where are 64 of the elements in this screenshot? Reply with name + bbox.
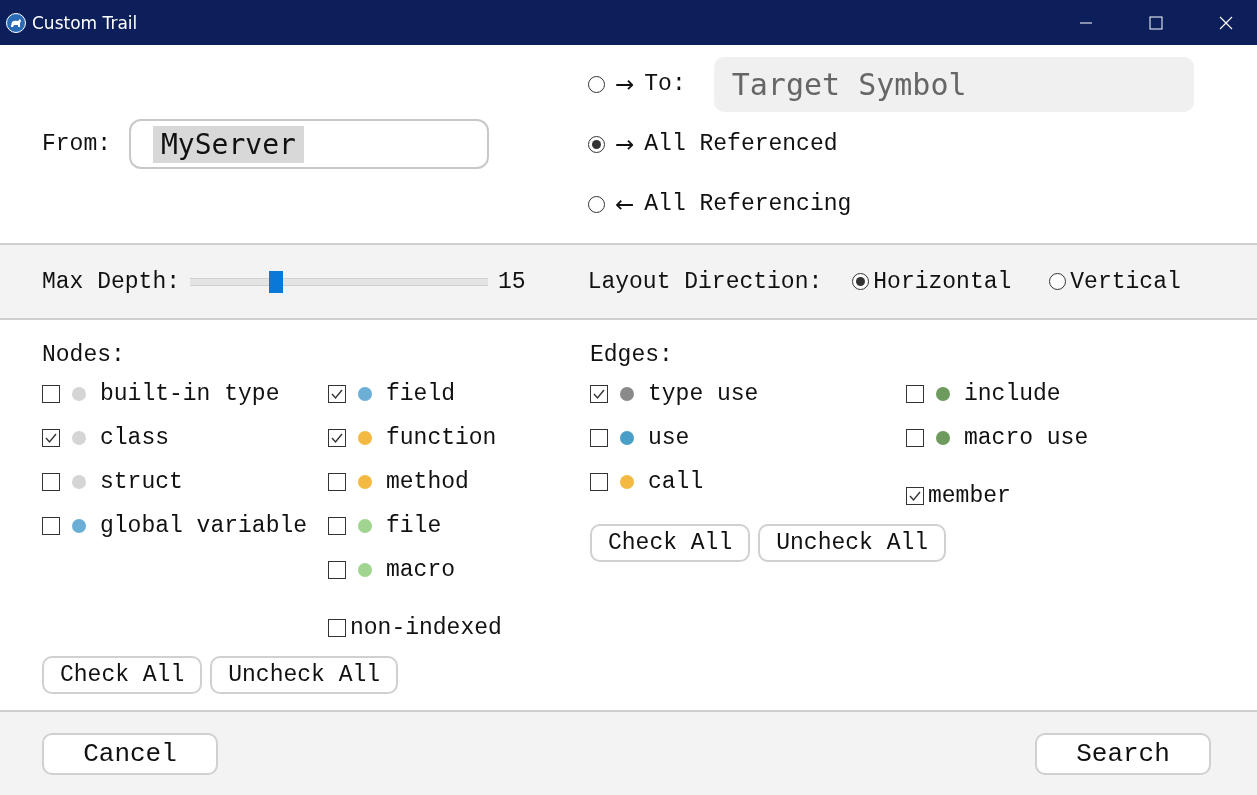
arrow-glyph: →	[615, 71, 635, 97]
window-title: Custom Trail	[32, 12, 138, 33]
layout-direction-label: Layout Direction:	[587, 268, 823, 295]
radio-button[interactable]	[588, 195, 605, 213]
checkbox[interactable]	[42, 385, 60, 403]
radio-button[interactable]	[588, 135, 605, 153]
checkbox-label: macro use	[964, 425, 1089, 451]
checkbox-label: function	[386, 425, 497, 451]
checkbox[interactable]	[906, 487, 924, 505]
uncheck-all-button[interactable]: Uncheck All	[210, 656, 399, 694]
checkbox-label: call	[648, 469, 704, 495]
checkbox-label: member	[928, 483, 1011, 509]
slider-thumb[interactable]	[269, 270, 284, 293]
option-label: Horizontal	[873, 268, 1012, 295]
close-icon[interactable]	[1219, 15, 1233, 30]
direction-label: All Referenced	[644, 131, 838, 157]
checkbox-label: macro	[386, 557, 455, 583]
target-symbol-field[interactable]: Target Symbol	[713, 56, 1194, 112]
depth-value: 15	[498, 268, 526, 295]
checkbox[interactable]	[328, 473, 346, 491]
checkbox[interactable]	[42, 517, 60, 535]
checkbox[interactable]	[590, 385, 608, 403]
checkbox[interactable]	[42, 429, 60, 447]
checkbox-label: non-indexed	[350, 615, 502, 641]
radio-button[interactable]	[1049, 273, 1067, 290]
search-button[interactable]: Search	[1035, 732, 1211, 775]
checkbox[interactable]	[906, 429, 924, 447]
checkbox-label: built-in type	[100, 381, 280, 407]
checkbox[interactable]	[328, 619, 346, 637]
radio-button[interactable]	[588, 75, 605, 93]
arrow-glyph: →	[615, 131, 635, 157]
checkbox[interactable]	[906, 385, 924, 403]
checkbox-label: type use	[648, 381, 759, 407]
uncheck-all-button[interactable]: Uncheck All	[758, 524, 947, 562]
checkbox-label: class	[100, 425, 169, 451]
from-input-field[interactable]: MyServer	[129, 119, 489, 169]
section-title: Edges:	[590, 342, 674, 370]
checkbox[interactable]	[328, 429, 346, 447]
checkbox[interactable]	[328, 561, 346, 579]
app-icon	[6, 12, 26, 33]
from-label: From:	[42, 131, 111, 157]
arrow-glyph: ←	[615, 191, 635, 217]
checkbox-label: field	[386, 381, 455, 407]
checkbox-label: use	[648, 425, 690, 451]
checkbox-label: method	[386, 469, 469, 495]
checkbox-label: global variable	[100, 513, 308, 539]
direction-label: All Referencing	[644, 191, 852, 217]
check-all-button[interactable]: Check All	[42, 656, 203, 694]
section-title: Nodes:	[42, 342, 126, 370]
checkbox[interactable]	[42, 473, 60, 491]
checkbox[interactable]	[328, 385, 346, 403]
cancel-button[interactable]: Cancel	[42, 732, 218, 775]
check-all-button[interactable]: Check All	[590, 524, 751, 562]
checkbox-label: struct	[100, 469, 183, 495]
radio-button[interactable]	[852, 273, 870, 290]
checkbox[interactable]	[590, 429, 608, 447]
checkbox[interactable]	[590, 473, 608, 491]
max-depth-label: Max Depth:	[42, 268, 181, 295]
checkbox[interactable]	[328, 517, 346, 535]
checkbox-label: include	[964, 381, 1061, 407]
option-label: Vertical	[1070, 268, 1181, 295]
maximize-icon[interactable]	[1149, 15, 1163, 30]
direction-label: To:	[644, 71, 686, 97]
checkbox-label: file	[386, 513, 442, 539]
